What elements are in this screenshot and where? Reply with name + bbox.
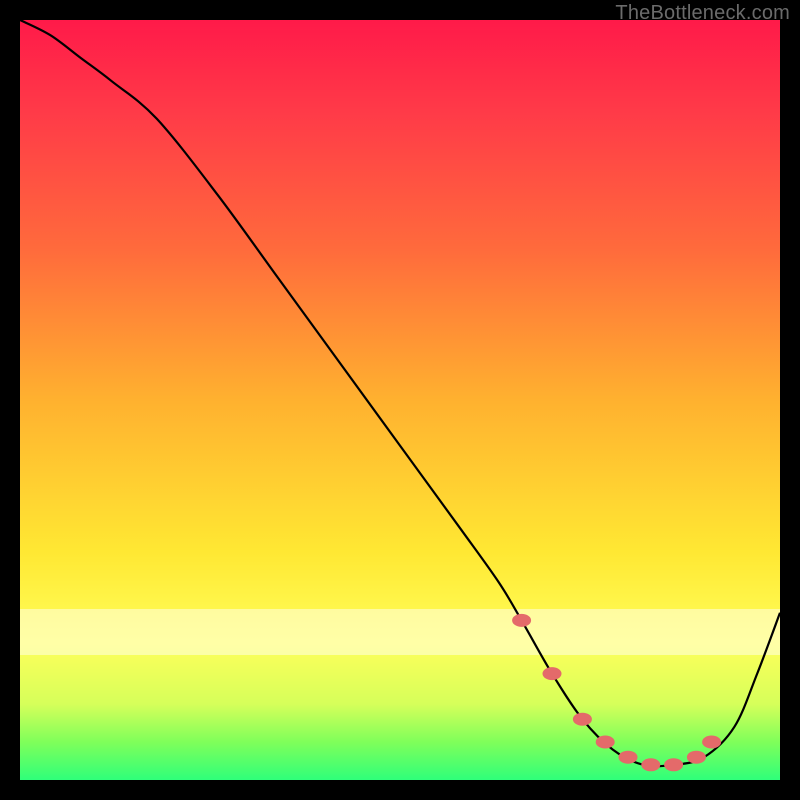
marker-point	[687, 751, 705, 763]
marker-group	[513, 614, 721, 770]
marker-point	[513, 614, 531, 626]
marker-point	[543, 668, 561, 680]
marker-point	[703, 736, 721, 748]
chart-overlay	[20, 20, 780, 780]
marker-point	[642, 759, 660, 771]
marker-point	[573, 713, 591, 725]
marker-point	[619, 751, 637, 763]
marker-point	[596, 736, 614, 748]
chart-frame: TheBottleneck.com	[0, 0, 800, 800]
bottleneck-curve	[20, 20, 780, 766]
marker-point	[665, 759, 683, 771]
